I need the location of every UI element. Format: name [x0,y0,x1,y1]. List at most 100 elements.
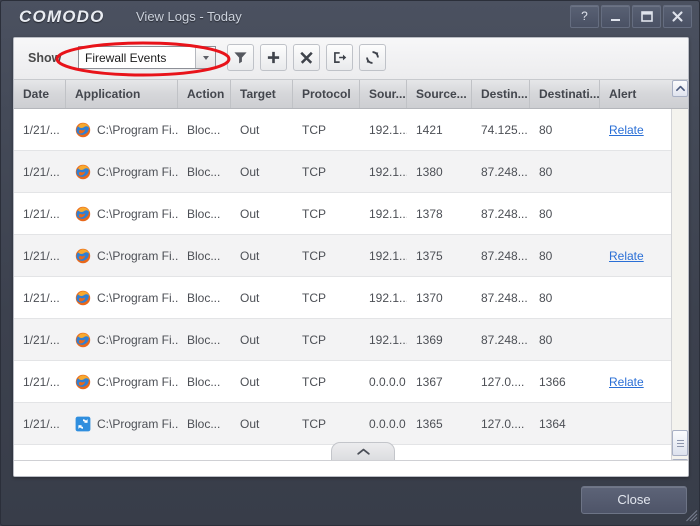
column-header-protocol[interactable]: Protocol [293,80,360,108]
help-button[interactable]: ? [570,5,599,28]
column-header-action[interactable]: Action [178,80,231,108]
window-footer: Close [1,477,699,525]
cell-date: 1/21/... [23,290,60,305]
cell-protocol: TCP [302,122,326,137]
table-row[interactable]: 1/21/... C:\Program Fi... Bloc... Out TCP 192… [14,235,671,277]
cell-target: Out [240,416,260,431]
cell-target: Out [240,332,260,347]
cell-date: 1/21/... [23,416,60,431]
cell-src_port: 1378 [416,206,443,221]
cell-action: Bloc... [187,290,221,305]
application-path: C:\Program Fi... [97,416,178,431]
cell-alert [600,151,671,192]
cell-dst_ip: 87.248... [481,248,528,263]
close-button[interactable] [663,5,692,28]
cell-alert [600,193,671,234]
maximize-button[interactable] [632,5,661,28]
column-header-src_port[interactable]: Source... [407,80,472,108]
log-type-select[interactable]: Firewall Events [78,46,216,69]
table-row[interactable]: 1/21/... C:\Program Fi... Bloc... Out TCP 192… [14,193,671,235]
cell-date: 1/21/... [23,122,60,137]
minimize-button[interactable] [601,5,630,28]
remove-button[interactable] [293,44,320,71]
export-icon [334,52,347,63]
cell-alert: Relate [600,361,671,402]
cell-dst_port: 80 [539,248,553,263]
collapse-panel-toggle[interactable] [331,442,395,460]
firefox-icon [75,332,91,347]
cell-alert [600,277,671,318]
logs-toolbar: Show Firewall Events [14,38,688,80]
refresh-button[interactable] [359,44,386,71]
table-row[interactable]: 1/21/... C:\Program Fi... Bloc... Out TCP 0.0… [14,361,671,403]
column-header-app[interactable]: Application [66,80,178,108]
related-alert-link[interactable]: Relate [609,123,644,137]
close-x-icon [672,11,683,22]
scrollbar-grip-icon [677,440,684,447]
cell-action: Bloc... [187,248,221,263]
application-path: C:\Program Fi... [97,122,178,137]
close-dialog-button[interactable]: Close [581,486,687,514]
column-header-dst_port[interactable]: Destinati... [530,80,600,108]
table-row[interactable]: 1/21/... C:\Program Fi... Bloc... Out TCP 0.0… [14,403,671,445]
table-row[interactable]: 1/21/... C:\Program Fi... Bloc... Out TCP 192… [14,109,671,151]
application-path: C:\Program Fi... [97,206,178,221]
column-header-dst_ip[interactable]: Destin... [472,80,530,108]
cell-dst_ip: 87.248... [481,290,528,305]
cell-src_ip: 192.1... [369,206,407,221]
question-mark-icon: ? [581,9,588,23]
cell-dst_ip: 127.0.... [481,374,525,389]
cell-protocol: TCP [302,206,326,221]
cell-dst_port: 80 [539,164,553,179]
cell-target: Out [240,164,260,179]
cell-alert: Relate [600,235,671,276]
firefox-icon [75,206,91,221]
cell-src_port: 1370 [416,290,443,305]
column-header-target[interactable]: Target [231,80,293,108]
cell-app: C:\Program Fi... [66,235,178,276]
cell-src_port: 1369 [416,332,443,347]
cell-src_ip: 0.0.0.0 [369,416,406,431]
cell-target: Out [240,122,260,137]
cell-src_ip: 192.1... [369,290,407,305]
cell-dst_port: 80 [539,290,553,305]
resize-grip-icon[interactable] [686,510,698,522]
related-alert-link[interactable]: Relate [609,249,644,263]
cell-protocol: TCP [302,248,326,263]
application-path: C:\Program Fi... [97,374,178,389]
cell-protocol: TCP [302,374,326,389]
table-row[interactable]: 1/21/... C:\Program Fi... Bloc... Out TCP 192… [14,319,671,361]
add-button[interactable] [260,44,287,71]
cell-action: Bloc... [187,416,221,431]
cell-app: C:\Program Fi... [66,193,178,234]
firefox-icon [75,248,91,263]
cell-src_port: 1421 [416,122,443,137]
minimize-icon [611,19,620,21]
column-header-date[interactable]: Date [14,80,66,108]
chevron-down-icon[interactable] [195,47,215,68]
cell-alert [600,403,671,444]
scrollbar-thumb[interactable] [672,430,688,456]
table-row[interactable]: 1/21/... C:\Program Fi... Bloc... Out TCP 192… [14,151,671,193]
cell-action: Bloc... [187,206,221,221]
cell-src_port: 1375 [416,248,443,263]
cell-target: Out [240,248,260,263]
export-button[interactable] [326,44,353,71]
application-path: C:\Program Fi... [97,164,178,179]
column-header-src_ip[interactable]: Sour... [360,80,407,108]
cell-app: C:\Program Fi... [66,361,178,402]
cell-dst_port: 80 [539,122,553,137]
show-label: Show [28,51,62,65]
cell-action: Bloc... [187,164,221,179]
column-header-alert[interactable]: Alert [600,80,671,108]
scroll-up-button[interactable] [672,80,688,97]
related-alert-link[interactable]: Relate [609,375,644,389]
table-row[interactable]: 1/21/... C:\Program Fi... Bloc... Out TCP 192… [14,277,671,319]
cell-protocol: TCP [302,416,326,431]
logs-panel: Show Firewall Events Date Application Ac… [13,37,689,477]
cell-dst_port: 1364 [539,416,566,431]
filter-button[interactable] [227,44,254,71]
funnel-icon [234,52,247,64]
cell-protocol: TCP [302,332,326,347]
vertical-scrollbar[interactable] [671,80,688,476]
